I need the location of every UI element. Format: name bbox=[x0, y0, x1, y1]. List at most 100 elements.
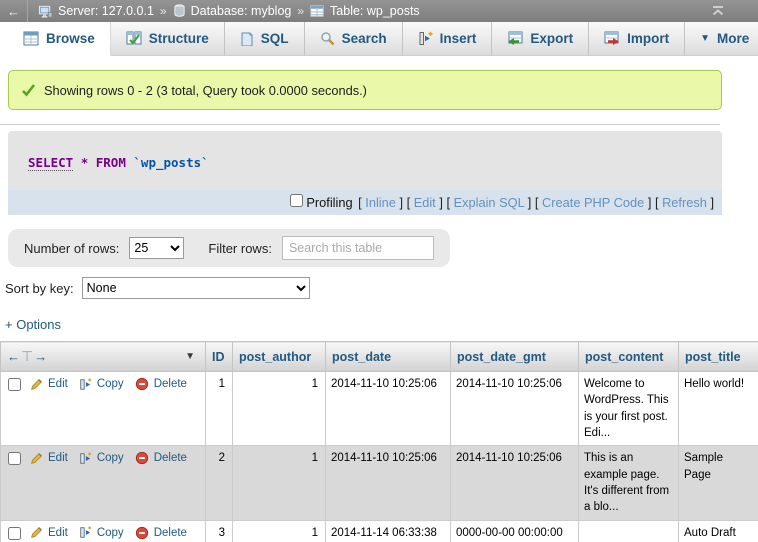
bracket: ] bbox=[528, 195, 532, 210]
delete-icon bbox=[135, 377, 149, 391]
copy-icon bbox=[79, 526, 92, 539]
tab-import[interactable]: Import bbox=[589, 22, 685, 56]
edit-row-link[interactable]: Edit bbox=[48, 376, 68, 392]
breadcrumb-database-label: Database: myblog bbox=[191, 4, 292, 18]
edit-row-link[interactable]: Edit bbox=[48, 450, 68, 466]
success-message-text: Showing rows 0 - 2 (3 total, Query took … bbox=[44, 83, 367, 98]
cell-post-author: 1 bbox=[233, 372, 326, 446]
edit-query-link[interactable]: Edit bbox=[414, 195, 436, 210]
bracket: [ bbox=[655, 195, 659, 210]
tab-export-label: Export bbox=[530, 31, 573, 46]
filter-rows-label: Filter rows: bbox=[208, 241, 272, 256]
breadcrumb-server-label: Server: 127.0.0.1 bbox=[58, 4, 154, 18]
database-icon bbox=[173, 4, 186, 18]
tab-export[interactable]: Export bbox=[492, 22, 589, 56]
cell-id: 2 bbox=[206, 446, 233, 520]
cell-post-content: Welcome to WordPress. This is your first… bbox=[579, 372, 679, 446]
bracket: [ bbox=[407, 195, 411, 210]
column-header-id[interactable]: ID bbox=[206, 342, 233, 372]
copy-icon bbox=[79, 452, 92, 465]
delete-row-link[interactable]: Delete bbox=[154, 525, 187, 541]
cell-post-date: 2014-11-14 06:33:38 bbox=[326, 520, 451, 542]
cell-post-title: Hello world! bbox=[679, 372, 758, 446]
tab-bar: Browse Structure SQL Search Insert Expor… bbox=[0, 22, 758, 56]
breadcrumb-server[interactable]: Server: 127.0.0.1 bbox=[38, 4, 154, 19]
column-header-post-date[interactable]: post_date bbox=[326, 342, 451, 372]
breadcrumb-database[interactable]: Database: myblog bbox=[173, 4, 292, 18]
delete-row-link[interactable]: Delete bbox=[154, 376, 187, 392]
breadcrumb: Server: 127.0.0.1 » Database: myblog » T… bbox=[38, 4, 420, 19]
tab-search[interactable]: Search bbox=[305, 22, 403, 56]
sql-keyword-from: FROM bbox=[96, 155, 126, 170]
row-checkbox[interactable] bbox=[8, 378, 21, 391]
copy-row-link[interactable]: Copy bbox=[97, 450, 124, 466]
table-row: Edit Copy Delete 1 1 2014-11-10 10:25:06… bbox=[1, 372, 758, 446]
chevron-down-icon: ▼ bbox=[700, 33, 710, 44]
pencil-icon bbox=[30, 378, 43, 391]
sort-by-key-select[interactable]: None bbox=[82, 277, 310, 299]
bracket: [ bbox=[446, 195, 450, 210]
cell-post-date-gmt: 2014-11-10 10:25:06 bbox=[451, 446, 579, 520]
copy-row-link[interactable]: Copy bbox=[97, 525, 124, 541]
table-row: Edit Copy Delete 2 1 2014-11-10 10:25:06… bbox=[1, 446, 758, 520]
tab-sql[interactable]: SQL bbox=[225, 22, 305, 56]
row-checkbox[interactable] bbox=[8, 527, 21, 540]
back-arrow-icon[interactable]: ← bbox=[0, 0, 28, 22]
success-check-icon bbox=[21, 83, 36, 97]
browse-icon bbox=[23, 31, 39, 46]
filter-rows-input[interactable] bbox=[282, 236, 434, 260]
tab-sql-label: SQL bbox=[261, 31, 289, 46]
bracket: ] bbox=[648, 195, 652, 210]
create-php-code-link[interactable]: Create PHP Code bbox=[542, 195, 644, 210]
tab-import-label: Import bbox=[627, 31, 669, 46]
bracket: ] bbox=[399, 195, 403, 210]
sort-by-key-label: Sort by key: bbox=[5, 281, 74, 296]
header-dropdown-icon[interactable]: ▼ bbox=[185, 351, 199, 362]
cell-post-title: Sample Page bbox=[679, 446, 758, 520]
row-checkbox[interactable] bbox=[8, 452, 21, 465]
inline-link[interactable]: Inline bbox=[365, 195, 396, 210]
pencil-icon bbox=[30, 452, 43, 465]
bracket: [ bbox=[535, 195, 539, 210]
sql-keyword-select[interactable]: SELECT bbox=[28, 155, 73, 171]
breadcrumb-table[interactable]: Table: wp_posts bbox=[310, 4, 420, 18]
insert-icon bbox=[418, 31, 433, 46]
tab-structure-label: Structure bbox=[149, 31, 209, 46]
column-header-post-title[interactable]: post_title bbox=[679, 342, 758, 372]
delete-icon bbox=[135, 526, 149, 540]
table-row: Edit Copy Delete 3 1 2014-11-14 06:33:38… bbox=[1, 520, 758, 542]
tab-more[interactable]: ▼ More bbox=[685, 22, 758, 56]
delete-row-link[interactable]: Delete bbox=[154, 450, 187, 466]
copy-icon bbox=[79, 378, 92, 391]
options-toggle-link[interactable]: + Options bbox=[5, 317, 61, 332]
cell-post-author: 1 bbox=[233, 520, 326, 542]
refresh-link[interactable]: Refresh bbox=[662, 195, 707, 210]
bracket: [ bbox=[358, 195, 362, 210]
delete-icon bbox=[135, 451, 149, 465]
cell-post-date-gmt: 2014-11-10 10:25:06 bbox=[451, 372, 579, 446]
edit-row-link[interactable]: Edit bbox=[48, 525, 68, 541]
tab-insert[interactable]: Insert bbox=[403, 22, 493, 56]
explain-sql-link[interactable]: Explain SQL bbox=[454, 195, 525, 210]
bracket: ] bbox=[439, 195, 443, 210]
column-visibility-control[interactable]: ←⊤→ bbox=[7, 348, 47, 365]
copy-row-link[interactable]: Copy bbox=[97, 376, 124, 392]
tab-more-label: More bbox=[717, 31, 749, 46]
collapse-icon[interactable] bbox=[710, 5, 726, 17]
tab-structure[interactable]: Structure bbox=[111, 22, 225, 56]
tab-browse-label: Browse bbox=[46, 31, 95, 46]
profiling-label: Profiling bbox=[306, 195, 352, 210]
cell-post-content: This is an example page. It's different … bbox=[579, 446, 679, 520]
sql-star: * bbox=[81, 155, 89, 170]
profiling-checkbox[interactable] bbox=[290, 194, 303, 207]
number-of-rows-select[interactable]: 25 bbox=[129, 237, 184, 259]
cell-post-author: 1 bbox=[233, 446, 326, 520]
cell-id: 1 bbox=[206, 372, 233, 446]
tab-browse[interactable]: Browse bbox=[8, 22, 111, 56]
sort-bar: Sort by key: None bbox=[5, 277, 758, 299]
column-header-post-content[interactable]: post_content bbox=[579, 342, 679, 372]
column-header-post-date-gmt[interactable]: post_date_gmt bbox=[451, 342, 579, 372]
left-arrow-icon: ← bbox=[7, 349, 20, 364]
success-message: Showing rows 0 - 2 (3 total, Query took … bbox=[8, 70, 722, 110]
column-header-post-author[interactable]: post_author bbox=[233, 342, 326, 372]
